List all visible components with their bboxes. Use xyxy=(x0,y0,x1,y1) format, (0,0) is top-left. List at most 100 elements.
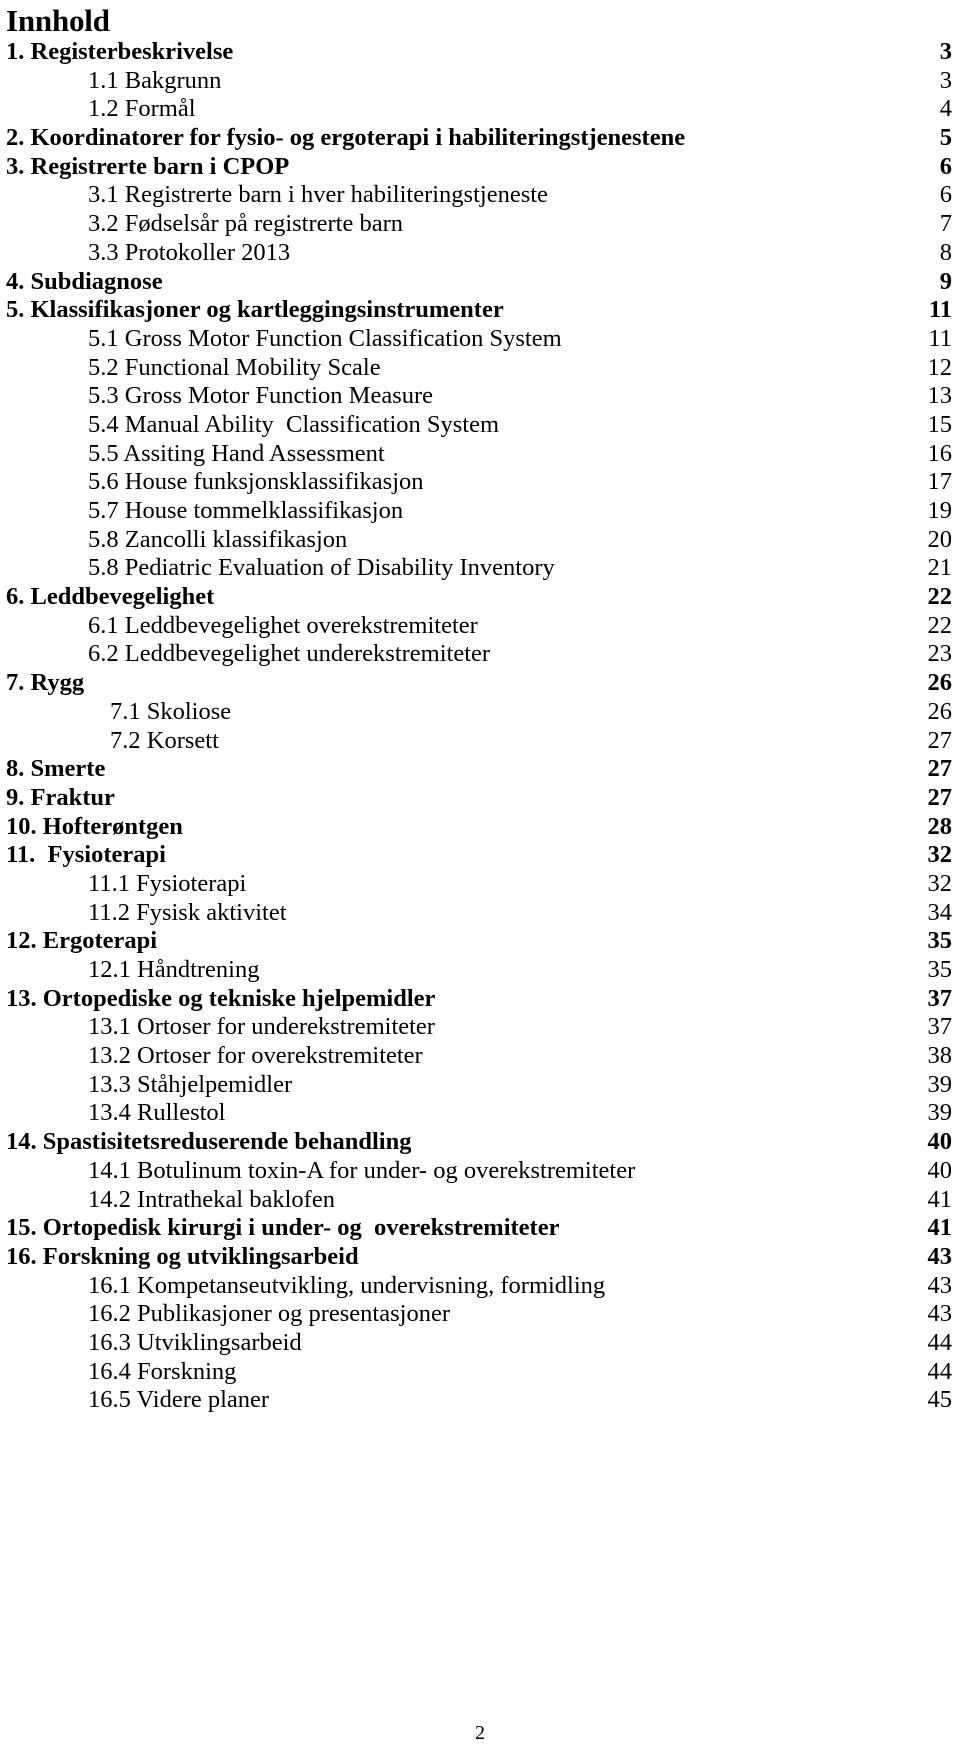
toc-entry-label: 13.3 Ståhjelpemidler xyxy=(88,1070,293,1098)
toc-entry-label: 2. Koordinatorer for fysio- og ergoterap… xyxy=(6,124,686,152)
toc-entry[interactable]: 16.5 Videre planer 45 xyxy=(6,1386,952,1415)
toc-entry[interactable]: 13. Ortopediske og tekniske hjelpemidler… xyxy=(6,985,952,1014)
toc-entry[interactable]: 6.1 Leddbevegelighet overekstremiteter 22 xyxy=(6,612,952,641)
toc-entry[interactable]: 1.2 Formål 4 xyxy=(6,95,952,124)
toc-entry[interactable]: 6. Leddbevegelighet 22 xyxy=(6,583,952,612)
toc-entry-page-number: 19 xyxy=(927,497,953,524)
toc-entry-label: 9. Fraktur xyxy=(6,783,115,811)
toc-entry-page-number: 7 xyxy=(939,210,952,238)
toc-entry-label: 5.2 Functional Mobility Scale xyxy=(88,353,381,381)
toc-entry-label: 1.1 Bakgrunn xyxy=(88,66,222,94)
toc-entry[interactable]: 2. Koordinatorer for fysio- og ergoterap… xyxy=(6,124,952,153)
toc-entry-label: 12.1 Håndtrening xyxy=(88,956,260,983)
toc-entry[interactable]: 5.7 House tommelklassifikasjon 19 xyxy=(6,497,952,526)
toc-entry-label: 1.2 Formål xyxy=(88,95,196,123)
toc-entry[interactable]: 15. Ortopedisk kirurgi i under- og overe… xyxy=(6,1214,952,1243)
toc-entry-page-number: 41 xyxy=(927,1185,953,1213)
toc-entry[interactable]: 14. Spastisitetsreduserende behandling 40 xyxy=(6,1128,952,1157)
toc-entry-label: 15. Ortopedisk kirurgi i under- og overe… xyxy=(6,1214,560,1242)
toc-entry[interactable]: 5.8 Zancolli klassifikasjon 20 xyxy=(6,526,952,555)
toc-entry-page-number: 22 xyxy=(927,611,953,639)
toc-entry-label: 3. Registrerte barn i CPOP xyxy=(6,152,290,180)
toc-entry-label: 12. Ergoterapi xyxy=(6,927,158,955)
toc-entry-label: 11.1 Fysioterapi xyxy=(88,869,247,897)
toc-entry[interactable]: 5.3 Gross Motor Function Measure 13 xyxy=(6,382,952,411)
toc-entry[interactable]: 11. Fysioterapi 32 xyxy=(6,841,952,870)
toc-entry-page-number: 15 xyxy=(927,410,953,438)
toc-entry-page-number: 43 xyxy=(927,1300,953,1328)
toc-entry-page-number: 27 xyxy=(927,726,953,754)
toc-entry-label: 3.3 Protokoller 2013 xyxy=(88,238,291,266)
toc-entry-page-number: 5 xyxy=(939,124,952,152)
toc-entry[interactable]: 16.2 Publikasjoner og presentasjoner 43 xyxy=(6,1300,952,1329)
toc-entry-label: 11. Fysioterapi xyxy=(6,841,166,869)
toc-entry-label: 3.2 Fødselsår på registrerte barn xyxy=(88,210,403,238)
toc-entry[interactable]: 5.8 Pediatric Evaluation of Disability I… xyxy=(6,554,952,583)
table-of-contents: 1. Registerbeskrivelse 3 1.1 Bakgrunn 3 1.2 … xyxy=(0,38,960,1415)
toc-entry-label: 13.2 Ortoser for overekstremiteter xyxy=(88,1042,423,1070)
toc-entry-label: 11.2 Fysisk aktivitet xyxy=(88,898,287,926)
toc-entry[interactable]: 16.4 Forskning 44 xyxy=(6,1358,952,1387)
toc-entry[interactable]: 13.4 Rullestol 39 xyxy=(6,1099,952,1128)
toc-entry[interactable]: 13.2 Ortoser for overekstremiteter 38 xyxy=(6,1042,952,1071)
toc-entry-page-number: 41 xyxy=(927,1214,953,1242)
toc-entry-label: 5.8 Pediatric Evaluation of Disability I… xyxy=(88,554,555,582)
toc-entry[interactable]: 3. Registrerte barn i CPOP 6 xyxy=(6,153,952,182)
toc-entry[interactable]: 14.2 Intrathekal baklofen 41 xyxy=(6,1186,952,1215)
toc-entry[interactable]: 16.3 Utviklingsarbeid 44 xyxy=(6,1329,952,1358)
toc-entry-label: 7. Rygg xyxy=(6,669,85,697)
toc-entry[interactable]: 5.2 Functional Mobility Scale 12 xyxy=(6,354,952,383)
toc-entry-page-number: 43 xyxy=(927,1242,953,1270)
toc-entry[interactable]: 5.4 Manual Ability Classification System… xyxy=(6,411,952,440)
toc-entry-page-number: 13 xyxy=(927,382,953,410)
toc-entry[interactable]: 6.2 Leddbevegelighet underekstremiteter 2… xyxy=(6,640,952,669)
toc-entry-page-number: 28 xyxy=(927,812,953,840)
toc-entry-label: 5.1 Gross Motor Function Classification … xyxy=(88,324,562,352)
toc-entry[interactable]: 5.1 Gross Motor Function Classification … xyxy=(6,325,952,354)
toc-entry[interactable]: 4. Subdiagnose 9 xyxy=(6,268,952,297)
toc-entry[interactable]: 5.6 House funksjonsklassifikasjon 17 xyxy=(6,468,952,497)
toc-entry[interactable]: 13.3 Ståhjelpemidler 39 xyxy=(6,1071,952,1100)
toc-entry[interactable]: 9. Fraktur 27 xyxy=(6,784,952,813)
toc-entry[interactable]: 12. Ergoterapi 35 xyxy=(6,927,952,956)
toc-entry-page-number: 40 xyxy=(927,1156,953,1184)
toc-entry[interactable]: 12.1 Håndtrening 35 xyxy=(6,956,952,985)
toc-entry-page-number: 6 xyxy=(939,152,952,180)
toc-entry-page-number: 8 xyxy=(939,238,952,266)
toc-entry[interactable]: 5. Klassifikasjoner og kartleggingsinstr… xyxy=(6,296,952,325)
toc-entry[interactable]: 3.3 Protokoller 2013 8 xyxy=(6,239,952,268)
toc-entry[interactable]: 1. Registerbeskrivelse 3 xyxy=(6,38,952,67)
toc-entry-page-number: 39 xyxy=(927,1099,953,1127)
toc-entry-page-number: 34 xyxy=(927,898,953,926)
toc-entry[interactable]: 7.1 Skoliose 26 xyxy=(6,698,952,727)
toc-entry-label: 7.1 Skoliose xyxy=(110,697,232,725)
page-title: Innhold xyxy=(6,3,110,38)
toc-entry-page-number: 27 xyxy=(927,755,953,783)
toc-entry[interactable]: 8. Smerte 27 xyxy=(6,755,952,784)
toc-entry-label: 16.4 Forskning xyxy=(88,1357,237,1385)
toc-entry[interactable]: 11.2 Fysisk aktivitet 34 xyxy=(6,899,952,928)
toc-entry-label: 5.8 Zancolli klassifikasjon xyxy=(88,525,348,553)
toc-entry[interactable]: 11.1 Fysioterapi 32 xyxy=(6,870,952,899)
toc-entry-label: 8. Smerte xyxy=(6,755,106,783)
toc-entry[interactable]: 16.1 Kompetanseutvikling, undervisning, … xyxy=(6,1272,952,1301)
toc-entry-page-number: 23 xyxy=(927,640,953,668)
toc-entry-page-number: 32 xyxy=(927,869,953,897)
toc-entry[interactable]: 1.1 Bakgrunn 3 xyxy=(6,67,952,96)
toc-entry-page-number: 38 xyxy=(927,1042,953,1070)
toc-entry[interactable]: 3.2 Fødselsår på registrerte barn 7 xyxy=(6,210,952,239)
toc-entry[interactable]: 7.2 Korsett 27 xyxy=(6,727,952,756)
toc-entry[interactable]: 3.1 Registrerte barn i hver habilitering… xyxy=(6,181,952,210)
toc-entry[interactable]: 10. Hofterøntgen 28 xyxy=(6,813,952,842)
toc-entry[interactable]: 5.5 Assiting Hand Assessment 16 xyxy=(6,440,952,469)
toc-entry-page-number: 45 xyxy=(927,1386,953,1414)
toc-entry[interactable]: 14.1 Botulinum toxin-A for under- og ove… xyxy=(6,1157,952,1186)
toc-entry-label: 5.7 House tommelklassifikasjon xyxy=(88,497,404,524)
toc-entry[interactable]: 16. Forskning og utviklingsarbeid 43 xyxy=(6,1243,952,1272)
toc-entry-page-number: 43 xyxy=(927,1271,953,1299)
toc-entry-page-number: 37 xyxy=(927,1013,953,1041)
toc-entry-page-number: 9 xyxy=(939,267,952,295)
toc-entry[interactable]: 13.1 Ortoser for underekstremiteter 37 xyxy=(6,1013,952,1042)
toc-entry[interactable]: 7. Rygg 26 xyxy=(6,669,952,698)
toc-entry-page-number: 44 xyxy=(927,1328,953,1356)
